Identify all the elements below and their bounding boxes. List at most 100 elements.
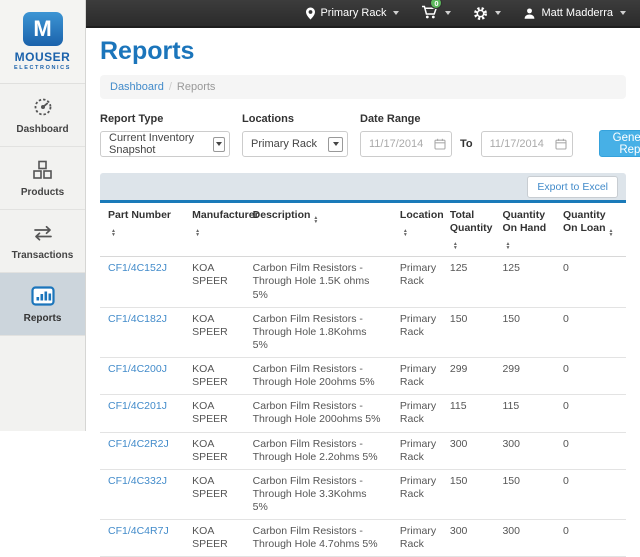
settings-menu[interactable] [473, 6, 501, 21]
description-cell: Carbon Film Resistors - Through Hole 200… [245, 395, 392, 432]
quantity-on-loan-cell: 0 [555, 520, 626, 557]
table-row: CF1/4C2R2J KOA SPEER Carbon Film Resisto… [100, 432, 626, 469]
breadcrumb-current: Reports [177, 81, 216, 93]
part-number-link[interactable]: CF1/4C201J [108, 400, 167, 412]
chevron-down-icon [445, 11, 451, 15]
topbar: Primary Rack 0 Matt Madderra [86, 0, 640, 28]
total-quantity-cell: 299 [442, 358, 495, 395]
sort-icon [313, 216, 318, 224]
sidebar-item-reports[interactable]: Reports [0, 273, 85, 336]
description-cell: Carbon Film Resistors - Through Hole 2.2… [245, 432, 392, 469]
table-row: CF1/4C201J KOA SPEER Carbon Film Resisto… [100, 395, 626, 432]
chevron-down-icon [620, 11, 626, 15]
table-row: CF1/4C4R7J KOA SPEER Carbon Film Resisto… [100, 520, 626, 557]
gear-icon [473, 6, 488, 21]
page-title: Reports [100, 37, 626, 66]
description-cell: Carbon Film Resistors - Through Hole 3.3… [245, 469, 392, 519]
date-range-label: Date Range [360, 113, 573, 125]
column-header-quantity-on-loan[interactable]: Quantity On Loan [555, 203, 626, 257]
calendar-icon [434, 138, 446, 150]
breadcrumb-dashboard-link[interactable]: Dashboard [110, 81, 164, 93]
sidebar: M MOUSER ELECTRONICS Dashboard Products [0, 0, 86, 431]
breadcrumb: Dashboard/Reports [100, 75, 626, 99]
location-selector[interactable]: Primary Rack [306, 7, 399, 20]
location-cell: Primary Rack [392, 469, 442, 519]
location-cell: Primary Rack [392, 307, 442, 357]
brand-name: MOUSER [0, 50, 85, 64]
table-row: CF1/4C332J KOA SPEER Carbon Film Resisto… [100, 469, 626, 519]
manufacturer-cell: KOA SPEER [184, 257, 244, 307]
sidebar-item-label: Transactions [2, 250, 83, 261]
manufacturer-cell: KOA SPEER [184, 307, 244, 357]
total-quantity-cell: 150 [442, 307, 495, 357]
mouser-logo[interactable]: M MOUSER ELECTRONICS [0, 0, 85, 84]
description-cell: Carbon Film Resistors - Through Hole 20o… [245, 358, 392, 395]
sort-icon [403, 229, 408, 237]
sidebar-item-products[interactable]: Products [0, 147, 85, 210]
calendar-icon [555, 138, 567, 150]
part-number-link[interactable]: CF1/4C152J [108, 262, 167, 274]
manufacturer-cell: KOA SPEER [184, 432, 244, 469]
chevron-down-icon [213, 137, 225, 152]
quantity-on-loan-cell: 0 [555, 395, 626, 432]
date-range-group: Date Range To [360, 113, 573, 157]
quantity-on-hand-cell: 150 [494, 307, 554, 357]
sidebar-item-transactions[interactable]: Transactions [0, 210, 85, 273]
chevron-down-icon [393, 11, 399, 15]
date-range-to-label: To [460, 138, 473, 150]
report-type-label: Report Type [100, 113, 230, 125]
quantity-on-hand-cell: 115 [494, 395, 554, 432]
sidebar-item-label: Products [2, 187, 83, 198]
total-quantity-cell: 150 [442, 469, 495, 519]
main-content: Reports Dashboard/Reports Report Type Cu… [86, 28, 640, 431]
locations-select[interactable]: Primary Rack [242, 131, 348, 157]
table-row: CF1/4C152J KOA SPEER Carbon Film Resisto… [100, 257, 626, 307]
location-pin-icon [306, 7, 315, 20]
sidebar-item-dashboard[interactable]: Dashboard [0, 84, 85, 147]
quantity-on-loan-cell: 0 [555, 358, 626, 395]
report-type-select[interactable]: Current Inventory Snapshot [100, 131, 230, 157]
report-type-value: Current Inventory Snapshot [109, 132, 207, 156]
column-header-total-quantity[interactable]: Total Quantity [442, 203, 495, 257]
report-filters: Report Type Current Inventory Snapshot L… [100, 113, 626, 157]
mouser-monogram-icon: M [23, 12, 63, 46]
description-cell: Carbon Film Resistors - Through Hole 4.7… [245, 520, 392, 557]
quantity-on-hand-cell: 150 [494, 469, 554, 519]
part-number-link[interactable]: CF1/4C4R7J [108, 525, 169, 537]
boxes-icon [2, 159, 83, 181]
part-number-link[interactable]: CF1/4C182J [108, 313, 167, 325]
gauge-icon [2, 96, 83, 118]
column-header-manufacturer[interactable]: Manufacturer [184, 203, 244, 257]
report-type-group: Report Type Current Inventory Snapshot [100, 113, 230, 157]
total-quantity-cell: 115 [442, 395, 495, 432]
part-number-link[interactable]: CF1/4C2R2J [108, 438, 169, 450]
sort-icon [111, 229, 116, 237]
part-number-link[interactable]: CF1/4C200J [108, 363, 167, 375]
total-quantity-cell: 300 [442, 432, 495, 469]
manufacturer-cell: KOA SPEER [184, 395, 244, 432]
sort-icon [195, 229, 200, 237]
part-number-link[interactable]: CF1/4C332J [108, 475, 167, 487]
quantity-on-loan-cell: 0 [555, 257, 626, 307]
column-header-quantity-on-hand[interactable]: Quantity On Hand [494, 203, 554, 257]
column-header-description[interactable]: Description [245, 203, 392, 257]
column-header-part-number[interactable]: Part Number [100, 203, 184, 257]
export-to-excel-button[interactable]: Export to Excel [527, 176, 618, 198]
report-table-panel: Export to Excel Part Number Manufacturer… [100, 173, 626, 557]
cart-menu[interactable]: 0 [421, 4, 451, 23]
user-name: Matt Madderra [541, 7, 613, 19]
bar-chart-icon [2, 285, 83, 307]
generate-report-button[interactable]: Generate Report [599, 130, 640, 157]
locations-group: Locations Primary Rack [242, 113, 348, 157]
description-cell: Carbon Film Resistors - Through Hole 1.8… [245, 307, 392, 357]
table-row: CF1/4C182J KOA SPEER Carbon Film Resisto… [100, 307, 626, 357]
user-menu[interactable]: Matt Madderra [523, 7, 626, 20]
location-label: Primary Rack [320, 7, 386, 19]
description-cell: Carbon Film Resistors - Through Hole 1.5… [245, 257, 392, 307]
user-icon [523, 7, 536, 20]
total-quantity-cell: 300 [442, 520, 495, 557]
quantity-on-hand-cell: 299 [494, 358, 554, 395]
column-header-location[interactable]: Location [392, 203, 442, 257]
sort-icon [453, 242, 458, 250]
quantity-on-hand-cell: 125 [494, 257, 554, 307]
